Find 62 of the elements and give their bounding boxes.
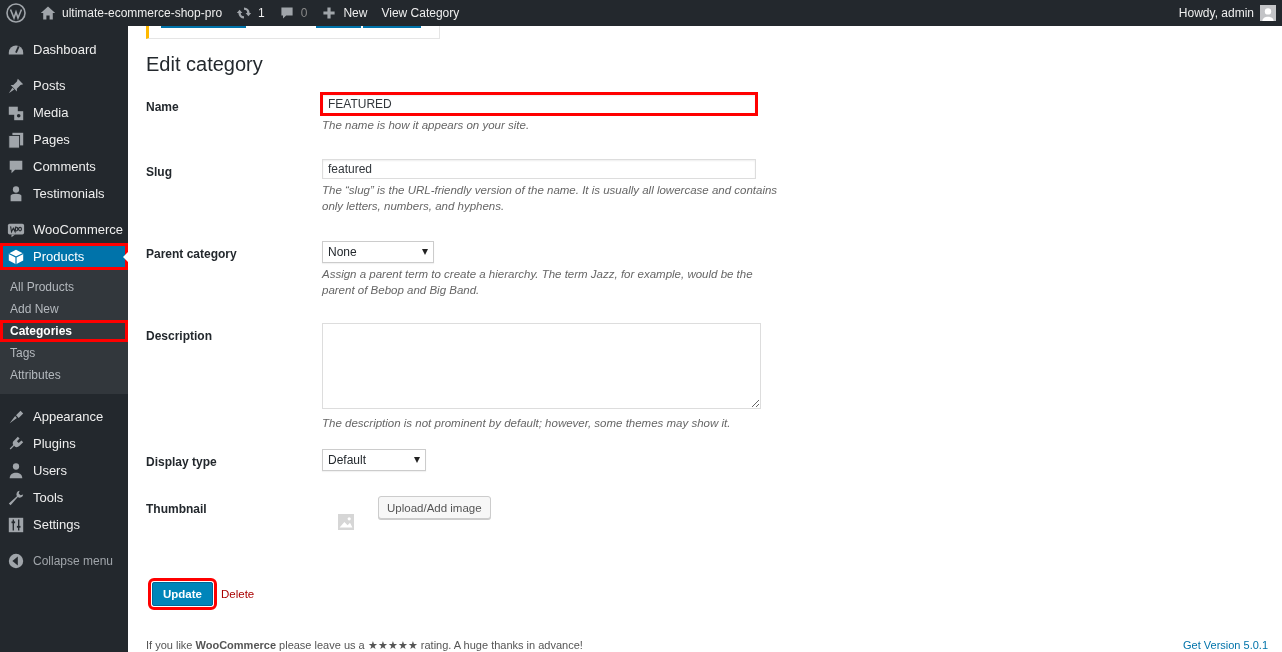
- sidebar-item[interactable]: WooCommerce: [0, 216, 128, 243]
- submenu-item[interactable]: Categories: [0, 320, 128, 342]
- updates-link[interactable]: 1: [236, 5, 265, 21]
- site-link[interactable]: ultimate-ecommerce-shop-pro: [40, 5, 223, 21]
- sidebar-item[interactable]: Settings: [0, 511, 128, 538]
- dropdown[interactable]: None: [322, 241, 434, 263]
- view-category-link[interactable]: View Category: [381, 6, 460, 20]
- sidebar-item[interactable]: Appearance: [0, 403, 128, 430]
- help-text: The name is how it appears on your site.: [322, 118, 531, 133]
- sidebar-item[interactable]: Pages: [0, 126, 128, 153]
- help-text: The “slug” is the URL-friendly version of the name. It is usually all lowercase and contains only letters, numbers, and hyphens.: [322, 183, 779, 214]
- sidebar-item[interactable]: Users: [0, 457, 128, 484]
- sidebar-item[interactable]: Products: [0, 243, 128, 270]
- page-title: Edit category: [146, 53, 264, 76]
- pushpin-icon: [7, 76, 25, 95]
- avatar-icon: [1260, 5, 1276, 21]
- field-label: Display type: [146, 454, 218, 471]
- field-label: Name: [146, 99, 180, 116]
- delete-link[interactable]: Delete: [221, 588, 255, 600]
- sidebar-item[interactable]: Posts: [0, 72, 128, 99]
- sidebar-item[interactable]: Dashboard: [0, 36, 128, 63]
- new-link[interactable]: New: [321, 5, 368, 21]
- pages-icon: [7, 130, 25, 149]
- field-label: Slug: [146, 164, 173, 181]
- field-label: Parent category: [146, 246, 238, 263]
- sidebar-item[interactable]: Plugins: [0, 430, 128, 457]
- description-field[interactable]: [322, 323, 761, 409]
- caret-icon: [422, 249, 428, 255]
- submenu-item[interactable]: Tags: [0, 342, 128, 364]
- help-text: The description is not prominent by default; however, some themes may show it.: [322, 416, 732, 431]
- submenu-item[interactable]: Add New: [0, 298, 128, 320]
- footer-text: If you like WooCommerce please leave us a ★★★★★ rating. A huge thanks in advance!: [146, 639, 583, 652]
- speech-bubble-icon: [278, 5, 295, 21]
- sidebar-item[interactable]: Media: [0, 99, 128, 126]
- submenu-item[interactable]: All Products: [0, 276, 128, 298]
- refresh-icon: [236, 5, 253, 21]
- sidebar-item[interactable]: Tools: [0, 484, 128, 511]
- logo-icon: [6, 3, 26, 23]
- arrow-left-circle-icon: [7, 551, 25, 570]
- sidebar-item[interactable]: Testimonials: [0, 180, 128, 207]
- field-label: Description: [146, 328, 213, 345]
- image-placeholder-icon: [338, 514, 354, 530]
- person-icon: [7, 461, 25, 480]
- upload-image-button[interactable]: Upload/Add image: [378, 496, 491, 519]
- comments-link[interactable]: 0: [278, 5, 308, 21]
- caret-icon: [414, 457, 420, 463]
- text-field[interactable]: featured: [322, 159, 756, 179]
- sliders-icon: [7, 515, 25, 534]
- cube-icon: [7, 247, 25, 266]
- field-label: Thumbnail: [146, 501, 208, 518]
- sidebar-item[interactable]: Comments: [0, 153, 128, 180]
- submenu-item[interactable]: Attributes: [0, 364, 128, 386]
- account-menu[interactable]: Howdy, admin: [1178, 5, 1276, 21]
- plus-icon: [321, 5, 338, 21]
- version-link[interactable]: Get Version 5.0.1: [1183, 639, 1268, 652]
- wordpress-menu[interactable]: [6, 3, 26, 23]
- dropdown[interactable]: Default: [322, 449, 426, 471]
- wrench-icon: [7, 488, 25, 507]
- help-text: Assign a parent term to create a hierarchy. The term Jazz, for example, would be the parent of Bebop and Big Band.: [322, 267, 754, 298]
- collapse-menu[interactable]: Collapse menu: [0, 547, 128, 574]
- home-icon: [40, 5, 56, 21]
- text-field[interactable]: FEATURED: [322, 94, 756, 114]
